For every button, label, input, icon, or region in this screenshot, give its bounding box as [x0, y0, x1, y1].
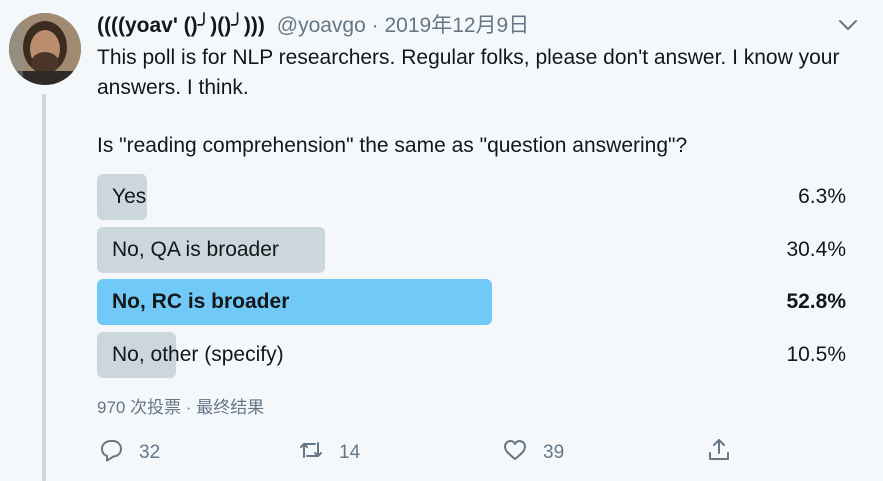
action-bar: 32 14 39 — [97, 436, 737, 470]
like-count: 39 — [543, 442, 565, 463]
thread-line — [42, 94, 46, 481]
share-button[interactable] — [705, 436, 733, 470]
poll-option-label: No, QA is broader — [112, 237, 279, 261]
poll-option-label: No, RC is broader — [112, 290, 290, 314]
chevron-down-icon[interactable] — [834, 13, 862, 37]
poll: Yes 6.3% No, QA is broader 30.4% No, RC is b… — [97, 174, 846, 384]
poll-option: No, QA is broader 30.4% — [97, 226, 846, 273]
tweet-date[interactable]: 2019年12月9日 — [384, 14, 529, 37]
poll-option-label: Yes — [112, 185, 147, 208]
poll-option-label: No, other (specify) — [112, 342, 284, 366]
poll-option: No, RC is broader 52.8% — [97, 279, 846, 326]
share-icon — [705, 436, 733, 470]
reply-button[interactable]: 32 — [97, 436, 160, 470]
retweet-count: 14 — [339, 442, 361, 463]
retweet-icon — [297, 436, 325, 470]
poll-option: No, other (specify) 10.5% — [97, 331, 846, 378]
avatar[interactable] — [9, 13, 81, 85]
poll-option: Yes 6.3% — [97, 174, 846, 220]
tweet-text-paragraph-1: This poll is for NLP researchers. Regula… — [97, 46, 840, 99]
tweet: ((((yoav' ()╯)()╯))) @yoavgo · 2019年12月9… — [0, 0, 883, 481]
separator: · — [371, 14, 379, 37]
poll-option-percent: 6.3% — [798, 185, 846, 208]
tweet-text-paragraph-2: Is "reading comprehension" the same as "… — [97, 134, 688, 157]
reply-count: 32 — [139, 442, 161, 463]
poll-meta: 970 次投票 · 最终结果 — [97, 398, 265, 417]
like-button[interactable]: 39 — [501, 436, 564, 470]
reply-icon — [97, 436, 125, 470]
poll-option-percent: 52.8% — [786, 290, 846, 314]
handle[interactable]: @yoavgo — [277, 14, 366, 37]
poll-option-percent: 30.4% — [786, 237, 846, 261]
poll-option-percent: 10.5% — [786, 342, 846, 366]
like-icon — [501, 436, 529, 470]
tweet-text: This poll is for NLP researchers. Regula… — [97, 43, 857, 161]
tweet-header: ((((yoav' ()╯)()╯))) @yoavgo · 2019年12月9… — [97, 12, 529, 40]
retweet-button[interactable]: 14 — [297, 436, 360, 470]
display-name[interactable]: ((((yoav' ()╯)()╯))) — [97, 14, 265, 37]
